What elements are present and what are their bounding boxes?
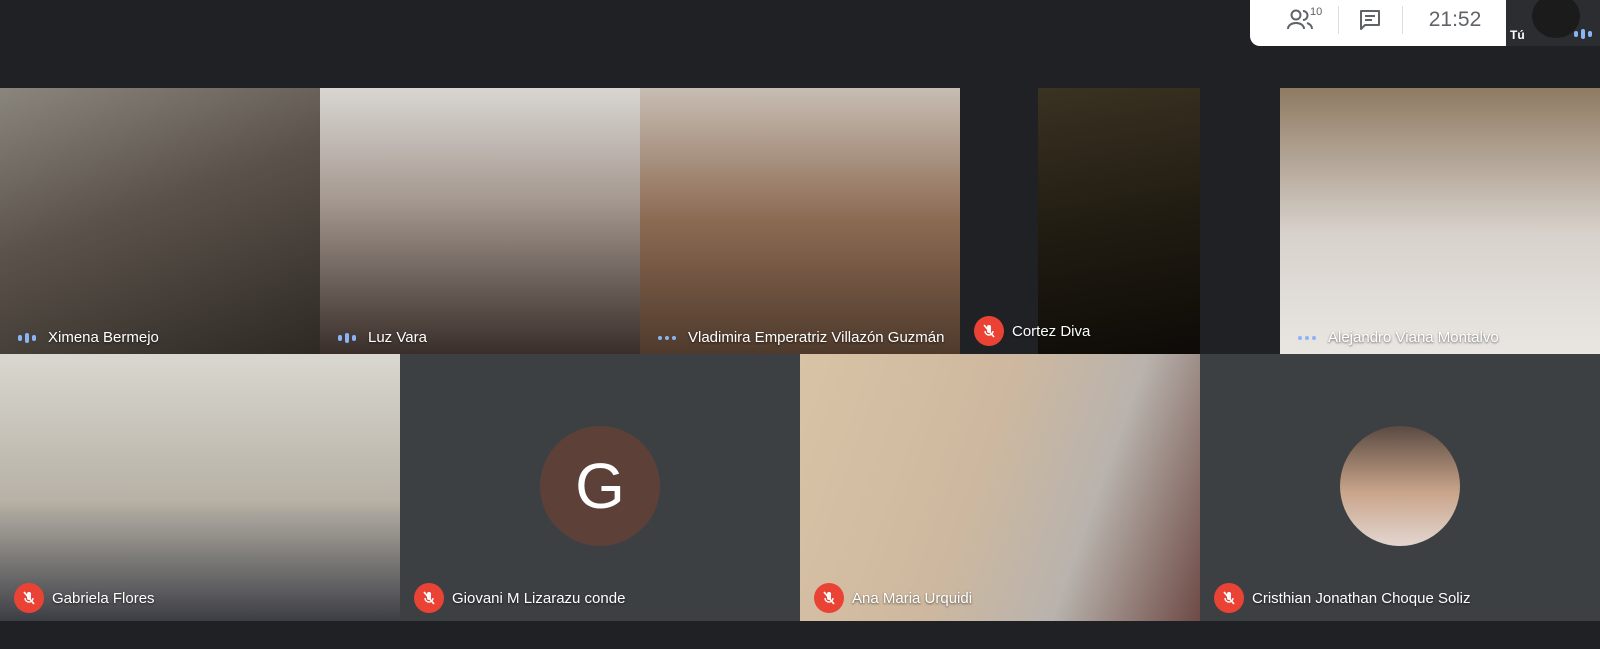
participant-tile[interactable]: Luz Vara bbox=[320, 88, 640, 354]
participant-tile[interactable]: Alejandro Viana Montalvo bbox=[1280, 88, 1600, 354]
people-count: 10 bbox=[1310, 6, 1323, 18]
audio-level-icon bbox=[14, 332, 40, 343]
meeting-clock: 21:52 bbox=[1428, 8, 1482, 31]
meeting-info-bar: 10 21:52 bbox=[1250, 0, 1508, 46]
participant-tile[interactable]: Cristhian Jonathan Choque Soliz bbox=[1200, 354, 1600, 621]
participant-tile[interactable]: Gabriela Flores bbox=[0, 354, 400, 621]
mic-off-icon bbox=[814, 583, 844, 613]
self-view-tile[interactable]: Tú bbox=[1506, 0, 1600, 46]
participant-avatar bbox=[1340, 426, 1460, 546]
participant-name: Luz Vara bbox=[368, 329, 427, 346]
participant-name: Giovani M Lizarazu conde bbox=[452, 589, 626, 607]
participant-name: Ana Maria Urquidi bbox=[852, 589, 973, 607]
participant-name: Ximena Bermejo bbox=[48, 329, 159, 346]
participant-name: Gabriela Flores bbox=[52, 589, 155, 607]
mic-off-icon bbox=[14, 583, 44, 613]
participant-tile[interactable]: Vladimira Emperatriz Villazón Guzmán bbox=[640, 88, 960, 354]
participant-tile[interactable]: Ana Maria Urquidi bbox=[800, 354, 1200, 621]
audio-level-icon bbox=[654, 335, 680, 340]
self-label: Tú bbox=[1510, 28, 1525, 42]
audio-level-icon bbox=[334, 332, 360, 343]
mic-off-icon bbox=[974, 316, 1004, 346]
participant-avatar: G bbox=[540, 426, 660, 546]
chat-button[interactable] bbox=[1345, 0, 1395, 40]
divider bbox=[1338, 6, 1339, 34]
participant-name: Vladimira Emperatriz Villazón Guzmán bbox=[688, 329, 945, 346]
audio-level-icon bbox=[1294, 335, 1320, 340]
mic-off-icon bbox=[1214, 583, 1244, 613]
audio-level-icon bbox=[1570, 29, 1596, 39]
participant-name: Cortez Diva bbox=[1012, 322, 1091, 340]
chat-icon bbox=[1360, 10, 1380, 30]
participant-tile[interactable]: G Giovani M Lizarazu conde bbox=[400, 354, 800, 621]
participant-tile[interactable]: Ximena Bermejo bbox=[0, 88, 320, 354]
mic-off-icon bbox=[414, 583, 444, 613]
people-button[interactable]: 10 bbox=[1270, 0, 1330, 40]
participant-name: Cristhian Jonathan Choque Soliz bbox=[1252, 589, 1471, 607]
participant-video bbox=[1038, 88, 1200, 354]
divider bbox=[1402, 6, 1403, 34]
participant-tile[interactable]: Cortez Diva bbox=[960, 88, 1280, 354]
participant-name: Alejandro Viana Montalvo bbox=[1328, 329, 1499, 346]
